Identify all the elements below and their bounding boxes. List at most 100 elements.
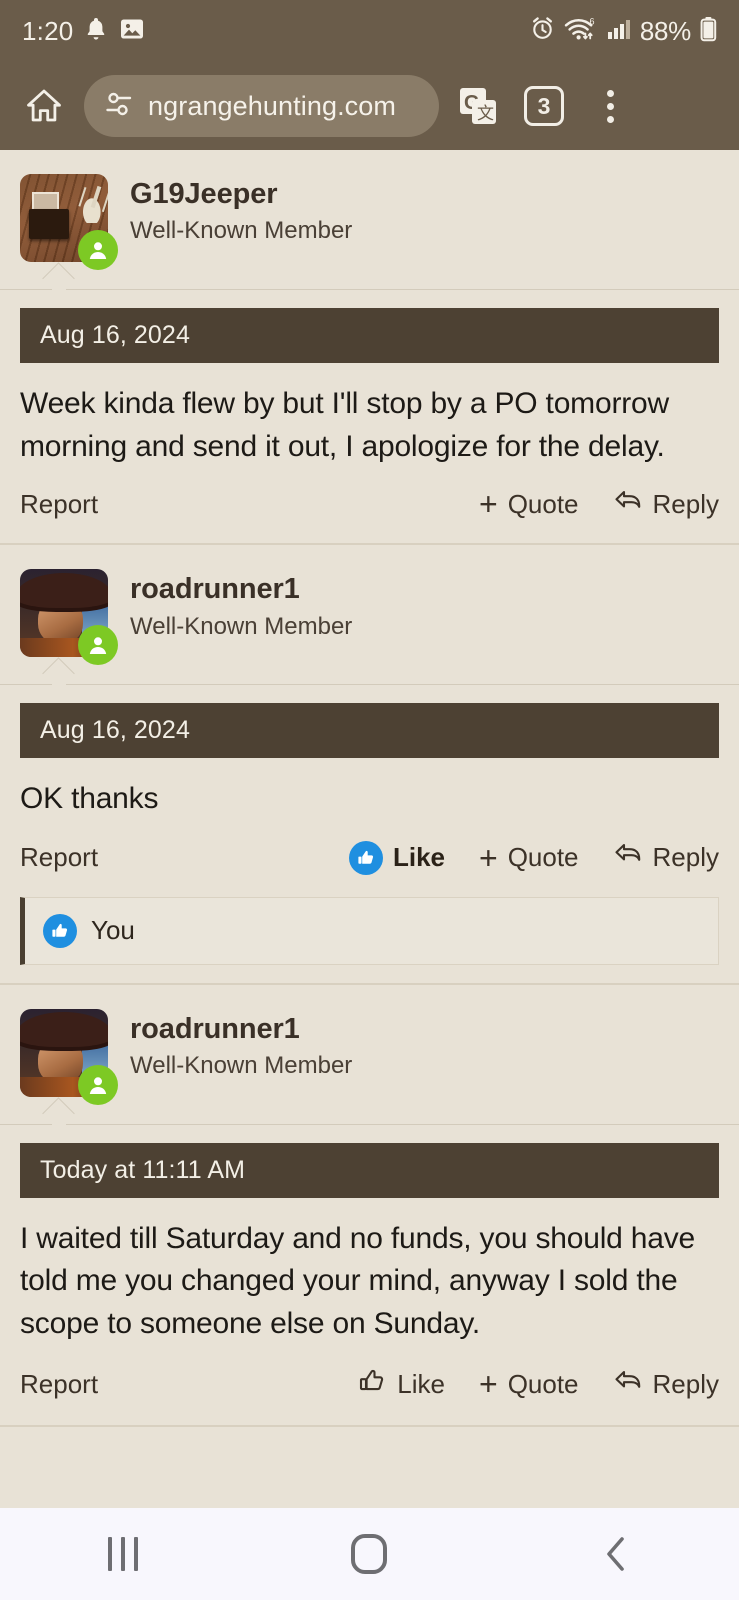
post-header: roadrunner1 Well-Known Member [0, 545, 739, 675]
post-reactions-wrap: You [0, 896, 739, 983]
post-user-title: Well-Known Member [130, 217, 353, 245]
home-icon[interactable] [16, 78, 72, 134]
back-chevron-icon[interactable] [493, 1508, 739, 1600]
tune-icon[interactable] [104, 89, 134, 124]
post: G19Jeeper Well-Known Member Aug 16, 2024… [0, 150, 739, 544]
reply-label: Reply [652, 842, 719, 873]
kebab-dots [606, 89, 614, 123]
svg-text:6: 6 [589, 16, 594, 26]
recents-icon[interactable] [0, 1508, 246, 1600]
avatar[interactable] [20, 569, 118, 666]
quote-label: Quote [507, 842, 579, 873]
reply-label: Reply [652, 489, 719, 520]
signal-bars-icon [607, 18, 631, 45]
reaction-users-label: You [91, 915, 135, 946]
post-notch-divider [0, 1115, 739, 1127]
svg-text:文: 文 [477, 104, 494, 123]
online-status-icon [78, 625, 118, 666]
wifi-6-icon: 6 [564, 16, 598, 47]
google-translate-icon[interactable]: G 文 [451, 79, 505, 133]
post-body: I waited till Saturday and no funds, you… [20, 1221, 696, 1340]
post-date-wrap: Aug 16, 2024 [0, 290, 739, 363]
battery-icon [700, 16, 717, 47]
report-button[interactable]: Report [20, 489, 98, 520]
post-user-title: Well-Known Member [130, 612, 353, 640]
report-label: Report [20, 1368, 99, 1399]
status-time: 1:20 [22, 15, 74, 46]
post-author-block: G19Jeeper Well-Known Member [130, 174, 352, 245]
post: roadrunner1 Well-Known Member Today at 1… [0, 984, 739, 1425]
browser-toolbar: ngrangehunting.com G 文 3 [0, 62, 739, 150]
url-bar[interactable]: ngrangehunting.com [84, 75, 439, 137]
avatar[interactable] [20, 1008, 118, 1105]
post-body: Week kinda flew by but I'll stop by a PO… [20, 387, 669, 463]
post-date-wrap: Today at 11:11 AM [0, 1125, 739, 1198]
status-bar-right: 6 88% [530, 16, 717, 47]
thumbs-up-filled-icon [43, 913, 77, 948]
post-actions: Report Like + Quote Reply [0, 1352, 739, 1425]
tab-count-label: 3 [524, 86, 564, 126]
thread-content: G19Jeeper Well-Known Member Aug 16, 2024… [0, 150, 739, 1427]
report-label: Report [20, 489, 99, 520]
reply-arrow-icon [613, 1368, 643, 1401]
report-button[interactable]: Report [20, 842, 98, 873]
home-outline [351, 1534, 388, 1574]
avatar[interactable] [20, 174, 118, 270]
plus-icon: + [479, 1365, 498, 1402]
tab-count-button[interactable]: 3 [517, 79, 571, 133]
post-user-title: Well-Known Member [130, 1052, 353, 1080]
status-bar: 1:20 6 88% [0, 0, 739, 62]
alarm-icon [530, 16, 555, 46]
thumbs-up-filled-icon [348, 840, 383, 875]
kebab-menu-icon[interactable] [583, 79, 637, 133]
android-nav-bar [0, 1508, 739, 1600]
recents-bars [108, 1537, 139, 1571]
plus-icon: + [479, 839, 498, 876]
post-actions: Report Like + Quote Reply [0, 827, 739, 897]
report-label: Report [20, 842, 99, 873]
post-notch-divider [0, 675, 739, 688]
online-status-icon [78, 230, 118, 270]
post-separator [0, 1424, 739, 1427]
report-button[interactable]: Report [20, 1369, 98, 1400]
post-header: roadrunner1 Well-Known Member [0, 985, 739, 1115]
post-date[interactable]: Aug 16, 2024 [20, 308, 719, 363]
reply-button[interactable]: Reply [613, 488, 719, 521]
post-author-block: roadrunner1 Well-Known Member [130, 569, 352, 640]
post-header: G19Jeeper Well-Known Member [0, 150, 739, 280]
status-bar-left: 1:20 [22, 16, 145, 47]
quote-button[interactable]: + Quote [479, 839, 579, 876]
bell-icon [84, 16, 108, 47]
battery-percent: 88% [639, 15, 691, 46]
like-label: Like [392, 842, 445, 873]
reply-arrow-icon [613, 488, 643, 521]
thumbs-up-outline-icon [357, 1366, 387, 1403]
quote-label: Quote [507, 1368, 579, 1399]
reactions-bar[interactable]: You [20, 896, 719, 965]
online-status-icon [78, 1064, 118, 1105]
plus-icon: + [479, 486, 498, 523]
reply-button[interactable]: Reply [613, 1368, 719, 1401]
quote-button[interactable]: + Quote [479, 1365, 579, 1402]
post-date[interactable]: Aug 16, 2024 [20, 703, 719, 759]
post-body: OK thanks [20, 782, 159, 816]
post-username[interactable]: roadrunner1 [130, 1013, 352, 1045]
reply-arrow-icon [613, 841, 643, 874]
post: roadrunner1 Well-Known Member Aug 16, 20… [0, 545, 739, 983]
home-circle-icon[interactable] [246, 1508, 492, 1600]
url-text[interactable]: ngrangehunting.com [148, 91, 396, 122]
quote-button[interactable]: + Quote [479, 486, 579, 523]
post-date[interactable]: Today at 11:11 AM [20, 1142, 719, 1198]
like-label: Like [397, 1368, 445, 1399]
like-button[interactable]: Like [357, 1366, 445, 1403]
image-icon [119, 16, 145, 47]
reply-label: Reply [652, 1368, 719, 1399]
like-button[interactable]: Like [348, 840, 445, 875]
post-notch-divider [0, 280, 739, 292]
post-author-block: roadrunner1 Well-Known Member [130, 1009, 352, 1080]
post-username[interactable]: roadrunner1 [130, 573, 352, 605]
post-date-wrap: Aug 16, 2024 [0, 685, 739, 759]
reply-button[interactable]: Reply [613, 841, 719, 874]
post-actions: Report + Quote Reply [0, 474, 739, 543]
post-username[interactable]: G19Jeeper [130, 178, 352, 210]
